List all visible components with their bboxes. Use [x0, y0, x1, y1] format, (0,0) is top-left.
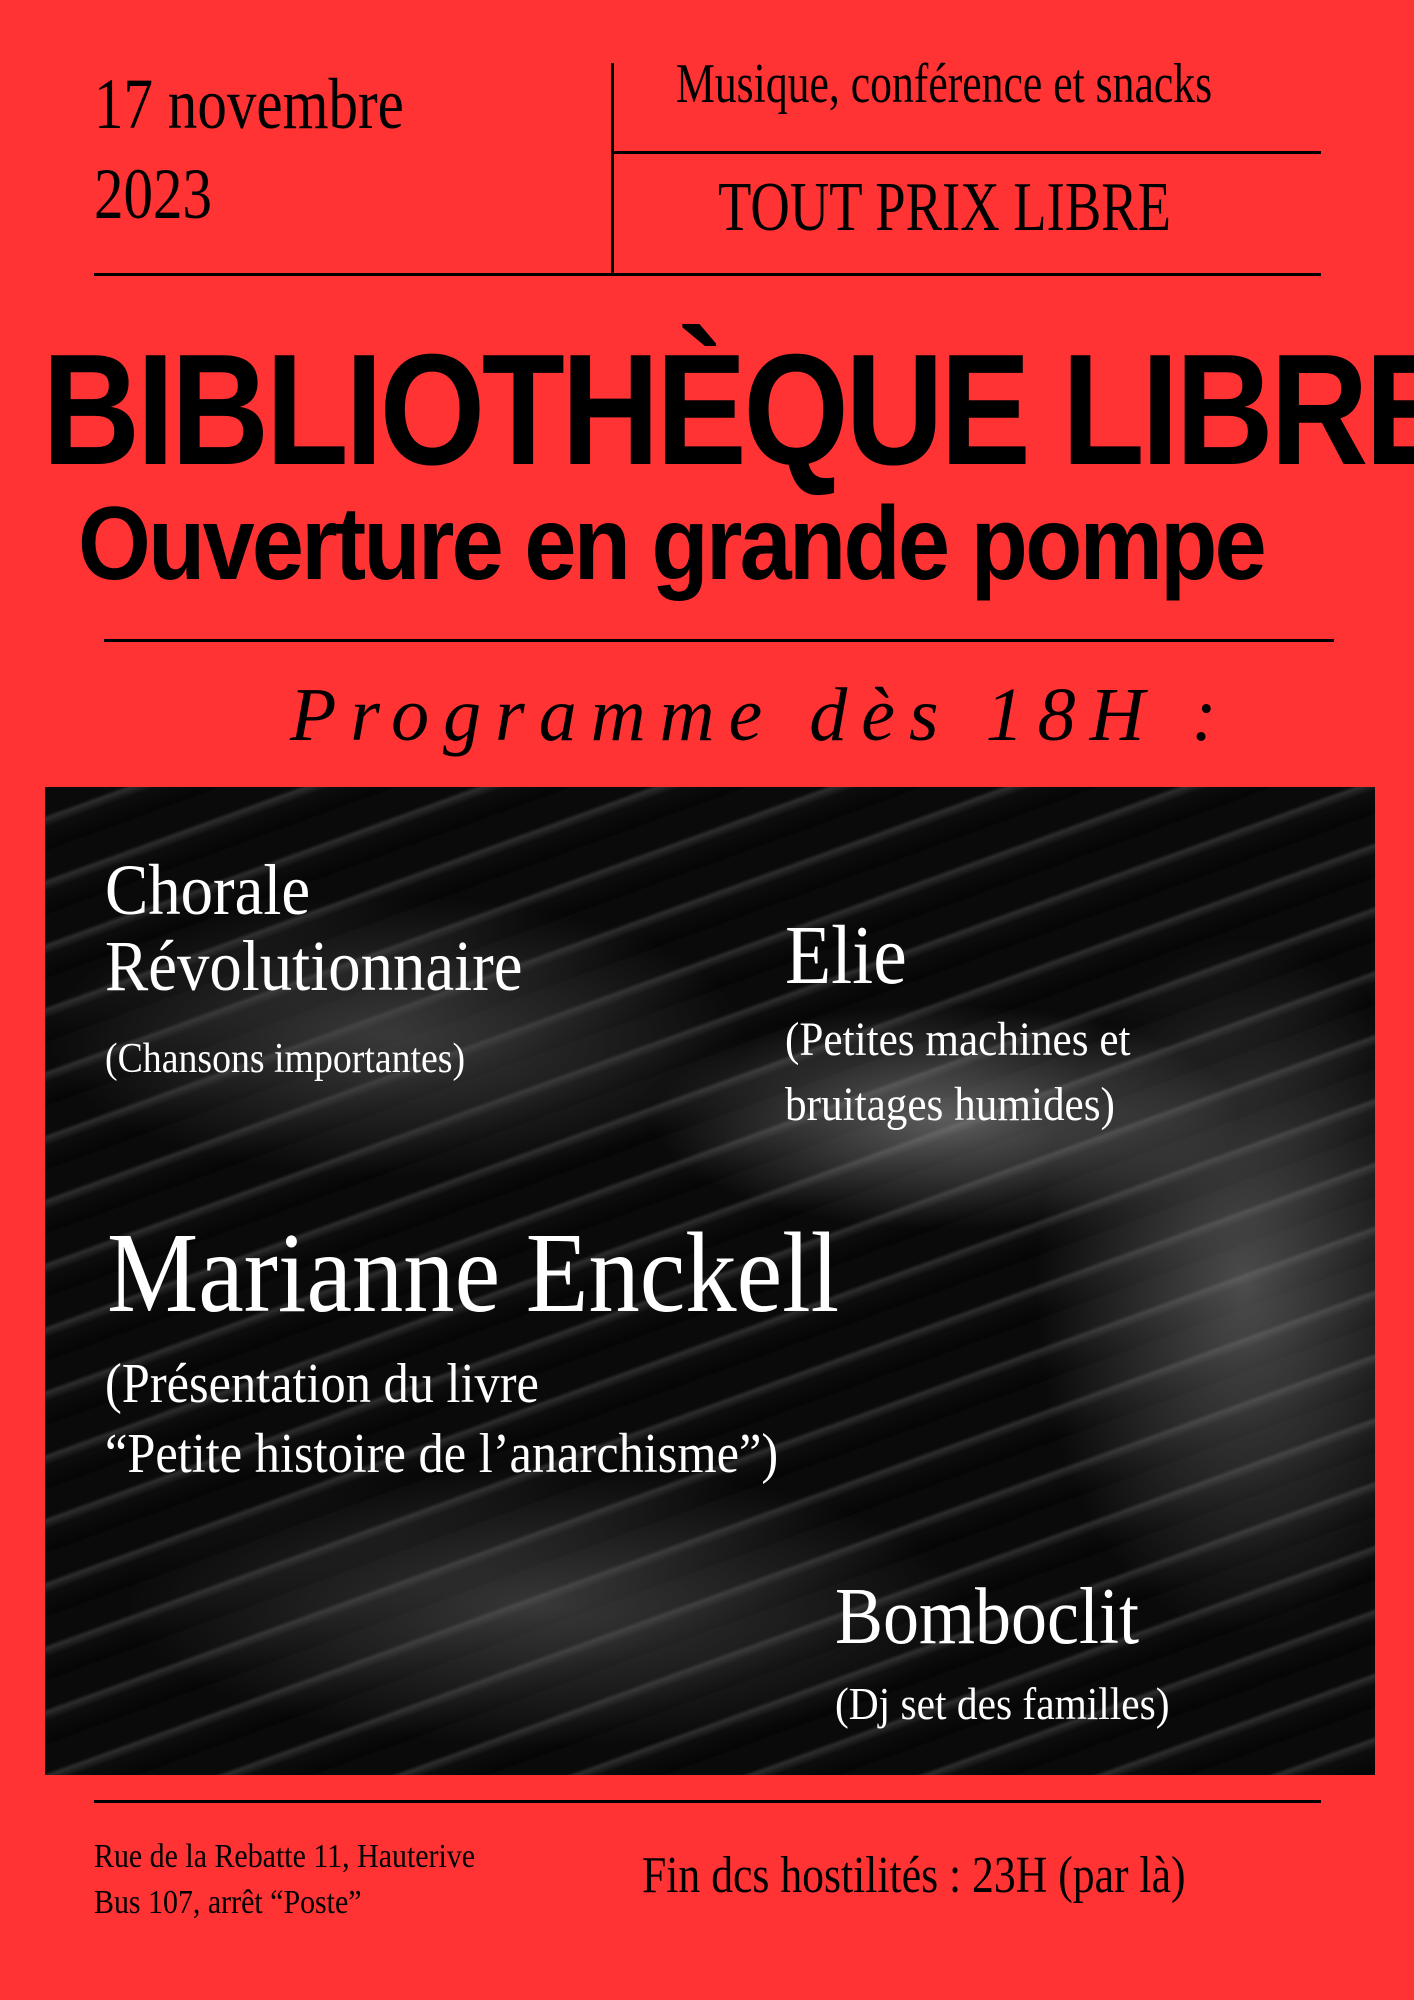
poster-subtitle: Ouverture en grande pompe [78, 486, 1267, 602]
title-divider [104, 639, 1334, 642]
event-date: 17 novembre [94, 64, 404, 144]
end-time: Fin dcs hostilités : 23H (par là) [642, 1847, 1186, 1904]
act-description: (Chansons importantes) [105, 1036, 466, 1082]
programme-panel: Chorale Révolutionnaire (Chansons import… [45, 787, 1375, 1775]
price-label: TOUT PRIX LIBRE [718, 169, 1172, 246]
header-bottom-divider [94, 273, 1321, 276]
act-description: bruitages humides) [785, 1078, 1115, 1131]
act-description: (Petites machines et [785, 1013, 1131, 1066]
act-name: Marianne Enckell [107, 1209, 840, 1336]
footer-divider [94, 1800, 1321, 1803]
act-description: “Petite histoire de l’anarchisme”) [105, 1423, 779, 1485]
act-name: Elie [785, 909, 907, 1002]
header-divider-vertical [611, 63, 614, 276]
programme-heading: Programme dès 18H : [290, 673, 1231, 757]
header-divider [613, 151, 1321, 154]
act-name: Bomboclit [835, 1573, 1140, 1661]
act-name: Révolutionnaire [105, 926, 523, 1006]
address: Rue de la Rebatte 11, Hauterive [94, 1838, 476, 1875]
tagline: Musique, conférence et snacks [676, 53, 1213, 115]
act-description: (Présentation du livre [105, 1353, 539, 1415]
act-description: (Dj set des familles) [835, 1678, 1170, 1729]
transport-info: Bus 107, arrêt “Poste” [94, 1884, 362, 1921]
poster-title: BIBLIOTHÈQUE LIBRE [42, 322, 1414, 498]
act-name: Chorale [105, 850, 311, 930]
event-year: 2023 [94, 154, 213, 234]
